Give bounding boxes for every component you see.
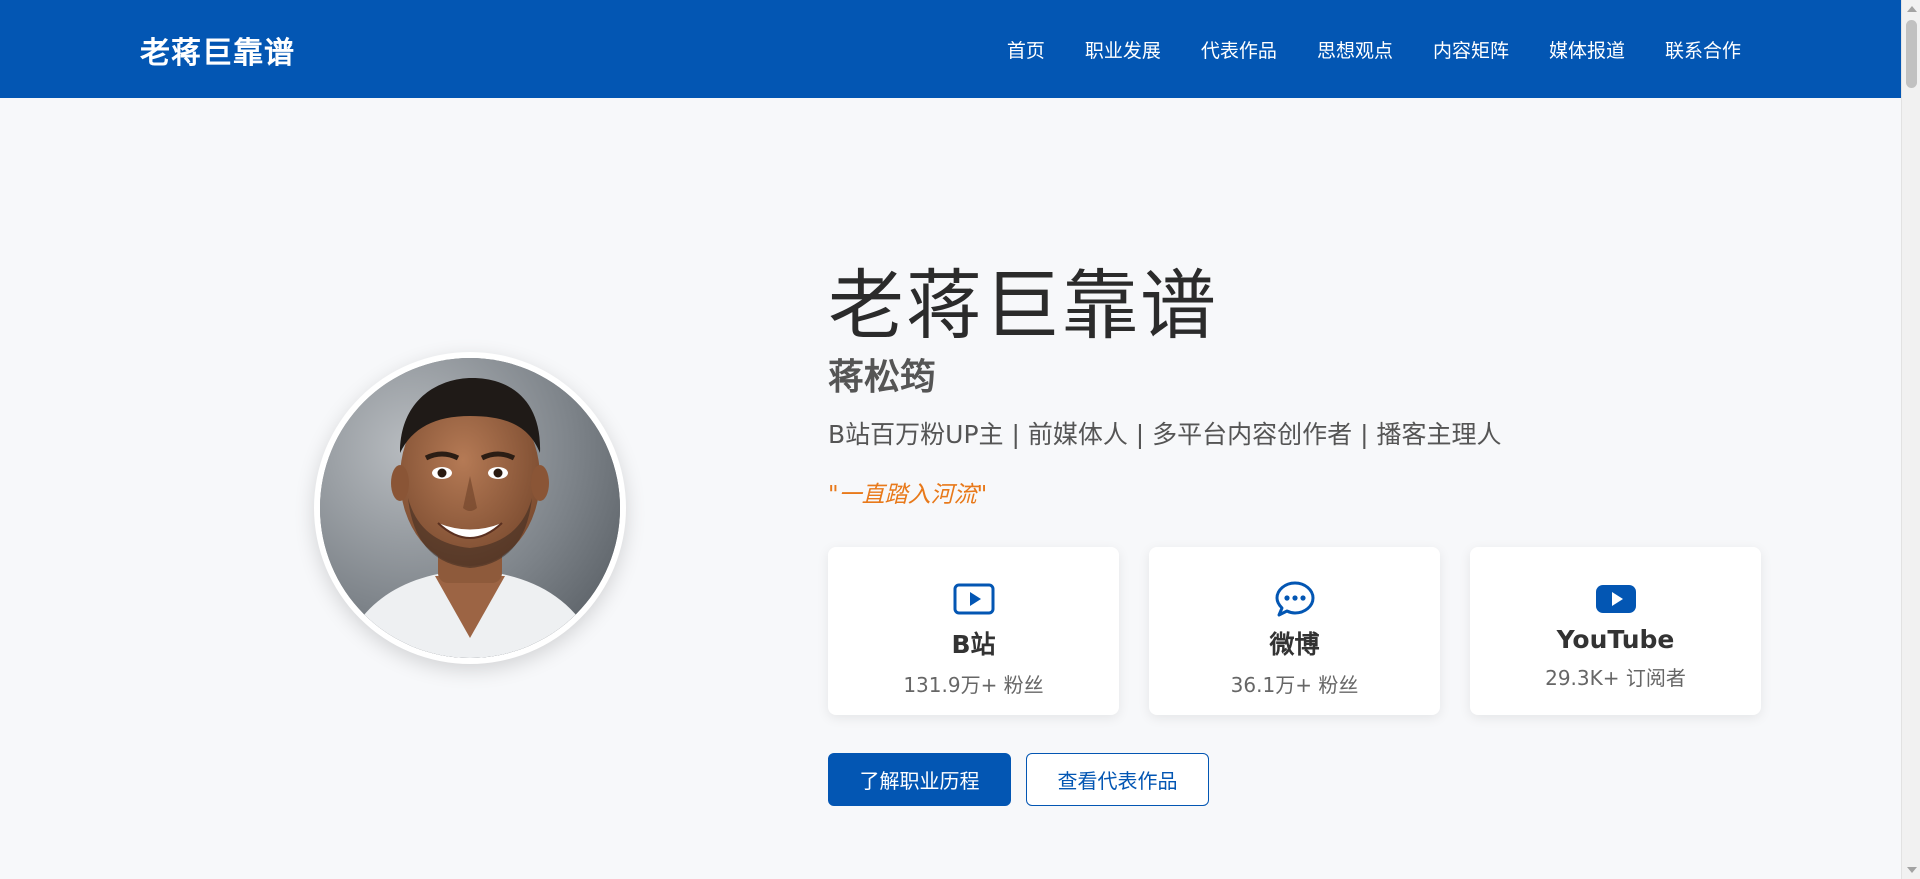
nav-item-content-matrix[interactable]: 内容矩阵: [1433, 36, 1509, 63]
platform-count: 131.9万+ 粉丝: [903, 673, 1044, 697]
platform-name: 微博: [1269, 630, 1320, 659]
site-logo[interactable]: 老蒋巨靠谱: [140, 28, 295, 72]
platform-card-weibo[interactable]: 微博 36.1万+ 粉丝: [1149, 547, 1440, 715]
platform-count: 29.3K+ 订阅者: [1545, 666, 1686, 690]
scroll-thumb[interactable]: [1906, 20, 1917, 88]
platform-name: B站: [951, 630, 996, 659]
chat-bubble-icon: [1274, 581, 1316, 617]
youtube-icon: [1595, 581, 1637, 617]
hero-tagline: B站百万粉UP主 | 前媒体人 | 多平台内容创作者 | 播客主理人: [828, 420, 1502, 449]
platform-card-youtube[interactable]: YouTube 29.3K+ 订阅者: [1470, 547, 1761, 715]
nav-item-works[interactable]: 代表作品: [1201, 36, 1277, 63]
nav-item-career[interactable]: 职业发展: [1085, 36, 1161, 63]
video-play-icon: [953, 581, 995, 617]
nav-item-media[interactable]: 媒体报道: [1549, 36, 1625, 63]
nav-item-home[interactable]: 首页: [1007, 36, 1045, 63]
main-nav: 首页 职业发展 代表作品 思想观点 内容矩阵 媒体报道 联系合作: [1007, 0, 1741, 98]
hero-name: 蒋松筠: [828, 357, 937, 398]
hero-title: 老蒋巨靠谱: [828, 261, 1218, 350]
platform-cards: B站 131.9万+ 粉丝 微博 36.1万+ 粉丝 YouTube 29.3K…: [828, 547, 1761, 715]
hero-quote: "一直踏入河流": [828, 482, 988, 508]
scroll-up-arrow-icon[interactable]: [1907, 6, 1917, 12]
avatar: [314, 352, 626, 664]
top-navbar: 老蒋巨靠谱 首页 职业发展 代表作品 思想观点 内容矩阵 媒体报道 联系合作: [0, 0, 1901, 98]
nav-item-thoughts[interactable]: 思想观点: [1317, 36, 1393, 63]
platform-name: YouTube: [1556, 625, 1675, 654]
portrait-illustration: [320, 358, 620, 658]
nav-item-contact[interactable]: 联系合作: [1665, 36, 1741, 63]
view-works-button[interactable]: 查看代表作品: [1026, 753, 1209, 806]
career-history-button[interactable]: 了解职业历程: [828, 753, 1011, 806]
scroll-down-arrow-icon[interactable]: [1907, 867, 1917, 873]
profile-photo: [320, 358, 620, 658]
platform-count: 36.1万+ 粉丝: [1230, 673, 1359, 697]
page-scrollbar[interactable]: [1901, 0, 1920, 879]
platform-card-bilibili[interactable]: B站 131.9万+ 粉丝: [828, 547, 1119, 715]
